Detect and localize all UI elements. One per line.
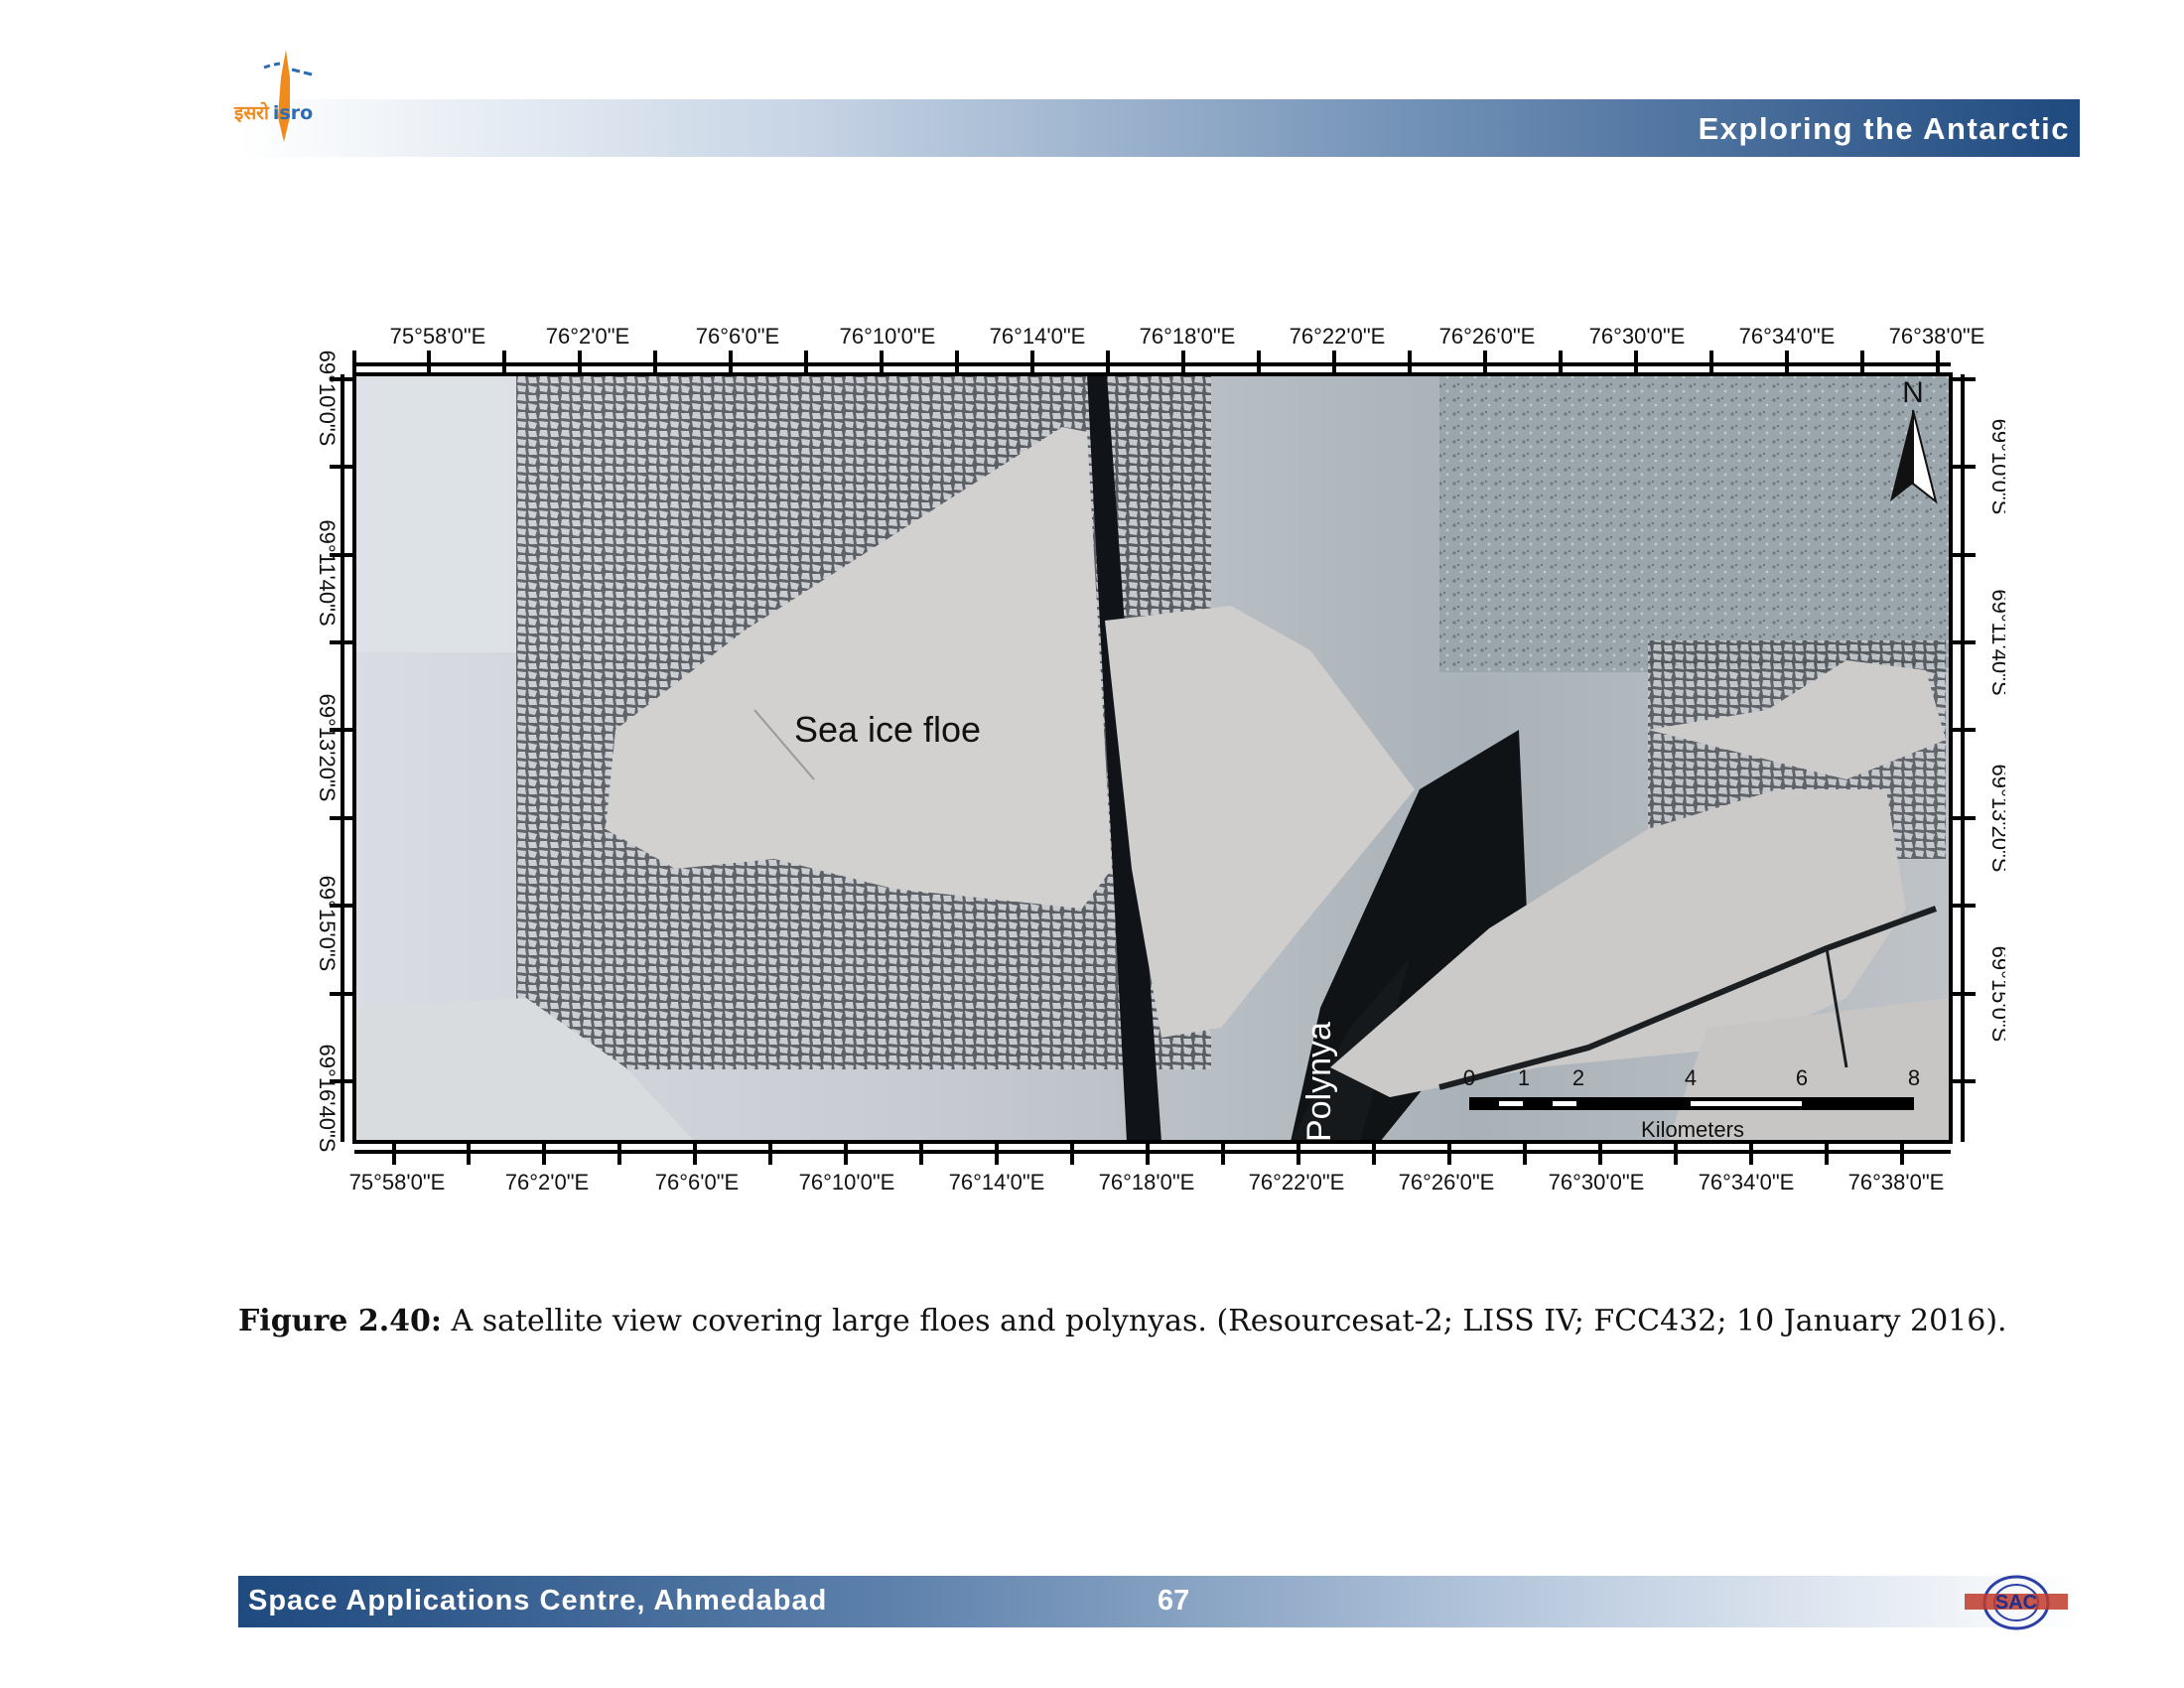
right-lat-label: 69°13'20"S [1987, 765, 2005, 873]
bottom-lon-label: 76°26'0"E [1399, 1170, 1495, 1195]
right-latitude-axis: 69°10'0"S 69°11'40"S 69°13'20"S 69°15'0"… [1951, 374, 2005, 1142]
bottom-tick [392, 1142, 1904, 1165]
bottom-lon-label: 76°2'0"E [505, 1170, 589, 1195]
caption-text: A satellite view covering large floes an… [441, 1304, 2007, 1338]
top-lon-label: 76°22'0"E [1290, 324, 1386, 349]
bottom-lon-label: 76°22'0"E [1249, 1170, 1345, 1195]
satellite-image [354, 374, 1951, 1142]
left-lat-label: 69°16'40"S [315, 1045, 340, 1153]
bottom-lon-label: 75°58'0"E [349, 1170, 446, 1195]
bottom-lon-label: 76°34'0"E [1699, 1170, 1795, 1195]
left-lat-label: 69°13'20"S [315, 694, 340, 802]
top-lon-label: 76°38'0"E [1889, 324, 1985, 349]
header-title: Exploring the Antarctic [1698, 111, 2070, 146]
top-lon-label: 76°10'0"E [840, 324, 936, 349]
left-lat-label: 69°15'0"S [315, 876, 340, 972]
scale-tick-label: 8 [1908, 1065, 1920, 1090]
left-latitude-axis: 69°10'0"S 69°11'40"S 69°13'20"S 69°15'0"… [315, 351, 354, 1153]
caption-label: Figure 2.40: [238, 1304, 442, 1338]
left-lat-label: 69°10'0"S [315, 351, 340, 447]
sac-logo: SAC [1961, 1574, 2072, 1631]
isro-logo: इसरो isro [234, 48, 343, 142]
top-longitude-axis: 75°58'0"E 76°2'0"E 76°6'0"E 76°10'0"E 76… [352, 324, 1985, 374]
right-lat-label: 69°10'0"S [1987, 419, 2005, 515]
north-label: N [1902, 376, 1924, 409]
bottom-lon-label: 76°30'0"E [1549, 1170, 1645, 1195]
left-lat-label: 69°11'40"S [315, 519, 340, 626]
right-lat-label: 69°15'0"S [1987, 946, 2005, 1043]
page-number: 67 [1158, 1585, 1190, 1617]
right-lat-label: 69°11'40"S [1987, 589, 2005, 695]
satellite-map-figure: 75°58'0"E 76°2'0"E 76°6'0"E 76°10'0"E 76… [315, 324, 2005, 1195]
figure-caption: Figure 2.40: A satellite view covering l… [238, 1304, 2007, 1338]
bottom-longitude-axis: 75°58'0"E 76°2'0"E 76°6'0"E 76°10'0"E 76… [349, 1142, 1951, 1195]
scale-tick-label: 0 [1463, 1065, 1475, 1090]
sac-logo-text: SAC [1995, 1592, 2037, 1614]
rocket-icon [263, 50, 313, 142]
sac-emblem-icon: SAC [1965, 1575, 2068, 1630]
sea-ice-floe-label: Sea ice floe [794, 709, 981, 750]
footer-bar: Space Applications Centre, Ahmedabad 67 [238, 1576, 2080, 1627]
polynya-label: Polynya [1300, 1022, 1338, 1142]
logo-latin: isro [272, 102, 314, 124]
top-lon-label: 76°2'0"E [546, 324, 629, 349]
bottom-lon-label: 76°18'0"E [1099, 1170, 1195, 1195]
scale-tick-label: 6 [1796, 1065, 1808, 1090]
bottom-lon-label: 76°6'0"E [655, 1170, 739, 1195]
scale-tick-label: 1 [1518, 1065, 1530, 1090]
footer-organization: Space Applications Centre, Ahmedabad [248, 1585, 828, 1617]
top-lon-label: 76°34'0"E [1739, 324, 1836, 349]
top-lon-label: 76°26'0"E [1439, 324, 1536, 349]
bottom-lon-label: 76°14'0"E [949, 1170, 1045, 1195]
header-bar: Exploring the Antarctic [238, 99, 2080, 157]
logo-hindi: इसरो [234, 102, 269, 124]
scale-tick-label: 2 [1572, 1065, 1584, 1090]
bottom-lon-label: 76°38'0"E [1848, 1170, 1945, 1195]
bottom-lon-label: 76°10'0"E [799, 1170, 895, 1195]
top-lon-label: 76°14'0"E [990, 324, 1086, 349]
top-lon-label: 76°18'0"E [1140, 324, 1236, 349]
top-lon-label: 76°6'0"E [696, 324, 779, 349]
top-lon-label: 76°30'0"E [1589, 324, 1686, 349]
logo-text: इसरो isro [234, 99, 313, 125]
top-lon-label: 75°58'0"E [390, 324, 486, 349]
scale-tick-label: 4 [1685, 1065, 1697, 1090]
scale-unit-label: Kilometers [1641, 1117, 1744, 1142]
